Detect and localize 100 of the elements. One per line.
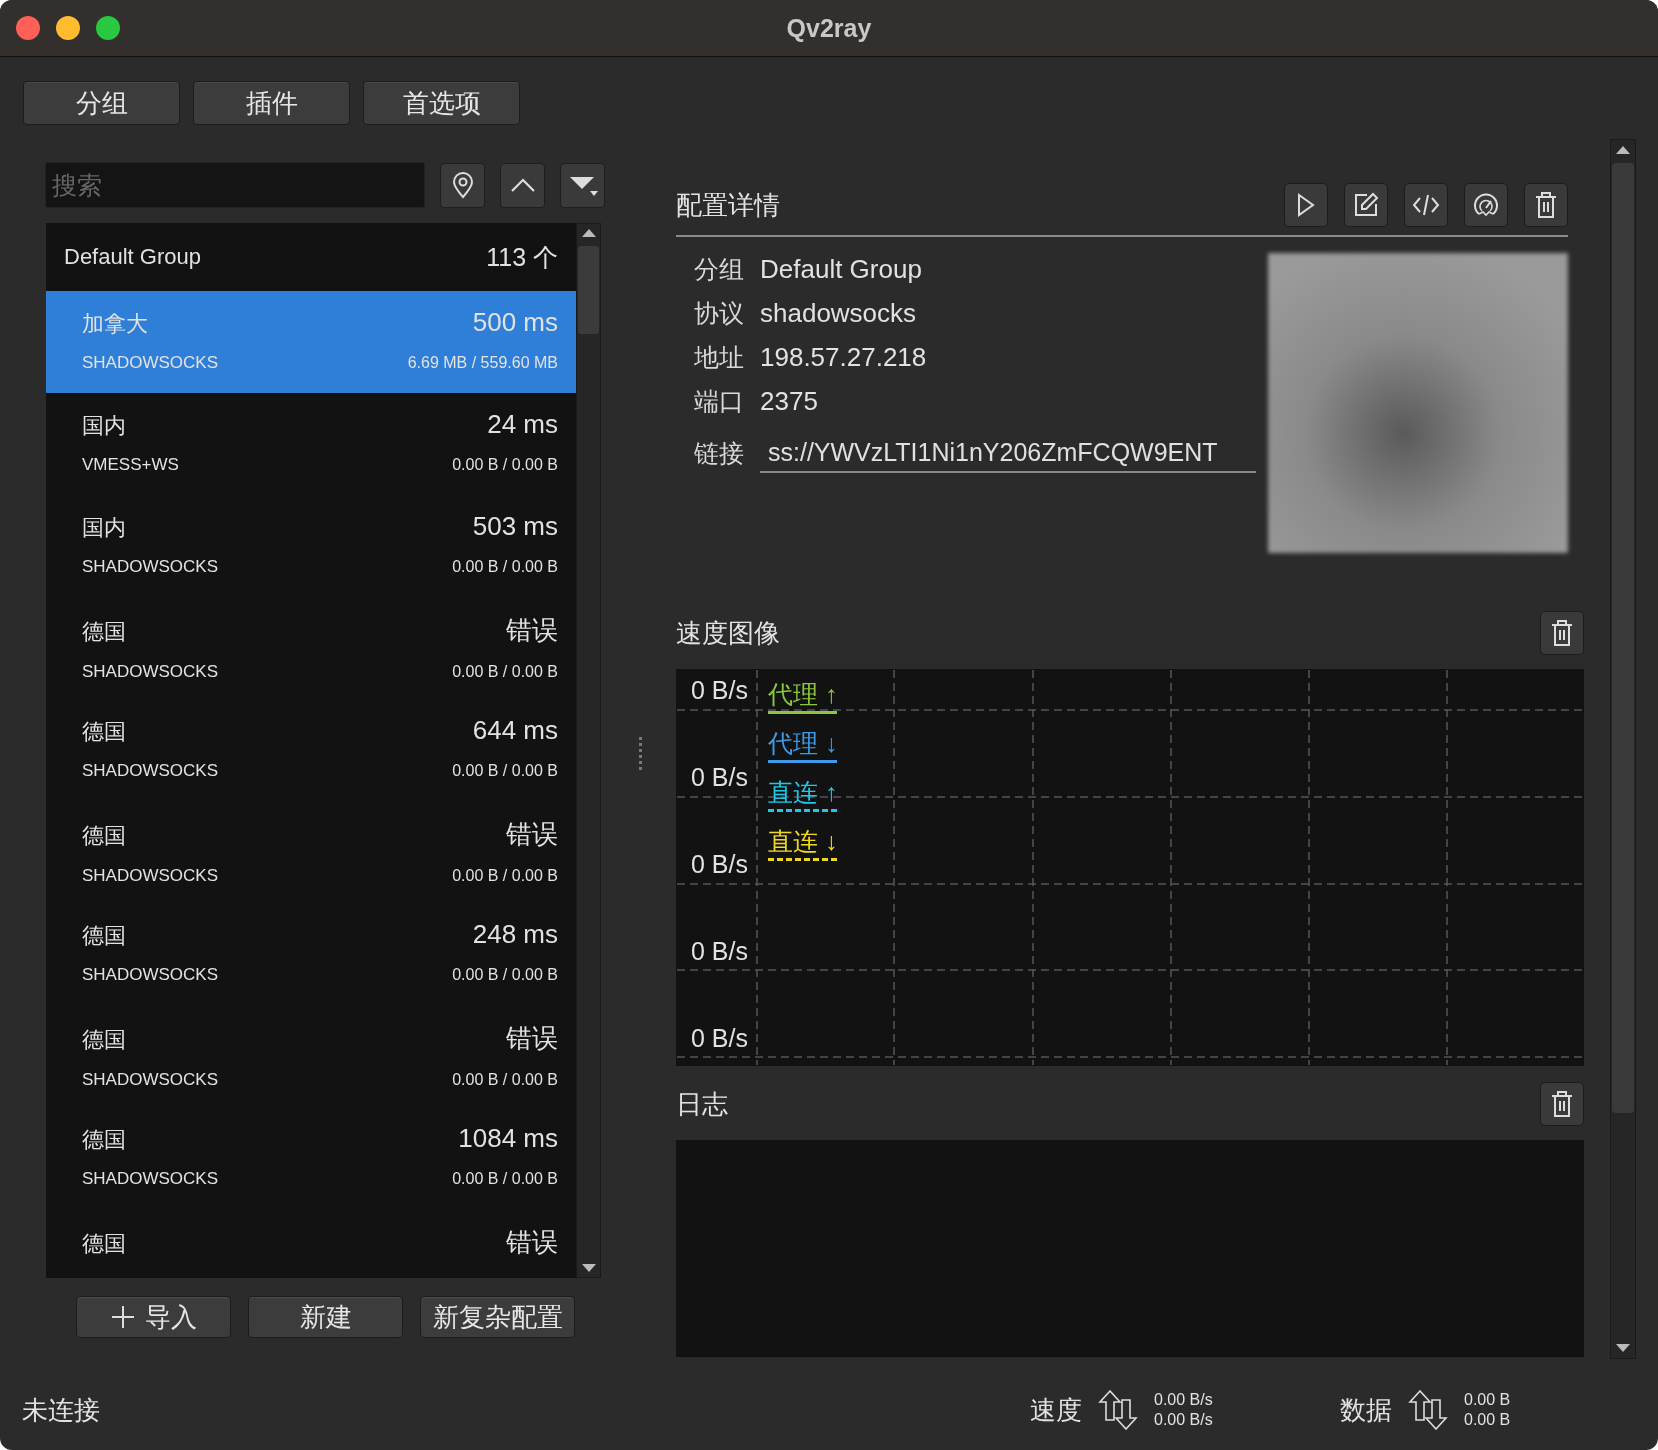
protocol-text: SHADOWSOCKS [82,761,219,781]
minimize-icon[interactable] [56,16,80,40]
scroll-down-arrow-icon[interactable] [580,1263,597,1273]
clear-log-button[interactable] [1540,1082,1584,1126]
legend-item[interactable]: 代理 ↓ [768,726,838,763]
traffic-text: 0.00 B / 0.00 B [452,762,558,780]
close-icon[interactable] [16,16,40,40]
latency-text: 错误 [506,818,558,851]
legend-item[interactable]: 代理 ↑ [768,677,838,714]
field-value: 2375 [760,385,818,417]
connection-name: 德国 [82,618,126,646]
code-button[interactable] [1404,183,1448,227]
delete-button[interactable] [1524,183,1568,227]
connection-item[interactable]: 德国 错误 SHADOWSOCKS 0.00 B / 0.00 B [46,1005,576,1107]
connection-name: 德国 [82,718,126,746]
connection-item[interactable]: 国内 503 ms SHADOWSOCKS 0.00 B / 0.00 B [46,495,576,597]
legend-item[interactable]: 直连 ↓ [768,824,838,861]
latency-text: 503 ms [472,511,558,542]
protocol-text: VMESS+WS [82,455,179,475]
latency-text: 1084 ms [458,1123,558,1154]
list-action-button[interactable]: 导入 [76,1296,231,1338]
axis-label: 0 B/s [691,676,748,705]
connection-item[interactable]: 德国 错误 SHADOWSOCKS 0.00 B / 0.00 B [46,801,576,903]
legend-item[interactable]: 直连 ↑ [768,775,838,812]
code-icon [1412,193,1440,217]
field-label: 端口 [694,385,745,417]
connection-item[interactable]: 德国 644 ms SHADOWSOCKS 0.00 B / 0.00 B [46,699,576,801]
connection-item[interactable]: 德国 错误 SHADOWSOCKS 0.00 B / 0.00 B [46,597,576,699]
connection-item[interactable]: 德国 1084 ms SHADOWSOCKS 0.00 B / 0.00 B [46,1107,576,1209]
axis-label: 0 B/s [691,1024,748,1053]
uploaded-data: 0.00 B [1464,1390,1511,1410]
latency-text: 错误 [506,1022,558,1055]
latency-text: 错误 [506,614,558,647]
trash-icon [1534,191,1558,219]
connection-name: 国内 [82,514,126,542]
latency-text: 500 ms [472,307,558,338]
splitter-handle-icon[interactable] [638,737,643,771]
link-field[interactable]: ss://YWVzLTI1Ni1nY206ZmFCQW9ENT [760,433,1256,473]
protocol-text: SHADOWSOCKS [82,353,219,373]
window-title: Qv2ray [786,13,872,43]
connection-item[interactable]: 国内 24 ms VMESS+WS 0.00 B / 0.00 B [46,393,576,495]
toolbar-button[interactable]: 分组 [23,81,180,125]
scroll-thumb[interactable] [578,246,599,334]
connect-button[interactable] [1284,183,1328,227]
scroll-down-arrow-icon[interactable] [1615,1343,1631,1353]
toolbar-button[interactable]: 插件 [193,81,350,125]
axis-label: 0 B/s [691,850,748,879]
data-label: 数据 [1340,1393,1392,1427]
latency-text: 24 ms [487,409,558,440]
traffic-text: 0.00 B / 0.00 B [452,1170,558,1188]
connection-item[interactable]: 德国 248 ms SHADOWSOCKS 0.00 B / 0.00 B [46,903,576,1005]
scroll-up-arrow-icon[interactable] [1615,145,1631,155]
connection-name: 德国 [82,1126,126,1154]
section-title: 配置详情 [676,188,780,222]
list-action-button[interactable]: 新建 [248,1296,403,1338]
scroll-up-arrow-icon[interactable] [580,228,597,238]
axis-label: 0 B/s [691,763,748,792]
latency-test-button[interactable] [1464,183,1508,227]
group-header[interactable]: Default Group 113 个 [46,223,576,291]
connection-name: 国内 [82,412,126,440]
clear-chart-button[interactable] [1540,611,1584,655]
downloaded-data: 0.00 B [1464,1410,1511,1430]
list-scrollbar[interactable] [576,223,601,1278]
toolbar-button[interactable]: 首选项 [363,81,520,125]
axis-label: 0 B/s [691,937,748,966]
list-action-button[interactable]: 新复杂配置 [420,1296,575,1338]
field-value: shadowsocks [760,297,917,329]
search-field[interactable]: 搜索 [45,162,425,208]
page-scrollbar[interactable] [1610,139,1636,1359]
latency-text: 644 ms [472,715,558,746]
scroll-up-button[interactable] [500,162,545,208]
group-count: 113 个 [486,241,558,273]
latency-text: 错误 [506,1226,558,1259]
connection-status: 未连接 [22,1393,101,1427]
zoom-icon[interactable] [96,16,120,40]
dropdown-button[interactable] [560,162,605,208]
field-value: Default Group [760,253,922,285]
download-speed: 0.00 B/s [1154,1410,1213,1430]
scroll-thumb[interactable] [1612,163,1634,1113]
upload-speed: 0.00 B/s [1154,1390,1213,1410]
group-name: Default Group [64,244,201,270]
protocol-text: SHADOWSOCKS [82,1169,219,1189]
connection-item[interactable]: 德国 错误 [46,1209,576,1278]
traffic-text: 0.00 B / 0.00 B [452,966,558,984]
traffic-text: 0.00 B / 0.00 B [452,663,558,681]
trash-icon [1550,619,1574,647]
play-icon [1296,193,1316,217]
connection-name: 德国 [82,822,126,850]
connection-name: 德国 [82,922,126,950]
traffic-text: 0.00 B / 0.00 B [452,456,558,474]
chevron-up-icon [509,177,536,193]
field-value: 198.57.27.218 [760,341,927,373]
up-down-arrows-icon [1408,1390,1448,1430]
gauge-icon [1472,192,1500,218]
protocol-text: SHADOWSOCKS [82,662,219,682]
locate-button[interactable] [440,162,485,208]
connection-name: 德国 [82,1230,126,1258]
section-title: 日志 [676,1087,728,1121]
edit-button[interactable] [1344,183,1388,227]
edit-icon [1353,192,1379,218]
